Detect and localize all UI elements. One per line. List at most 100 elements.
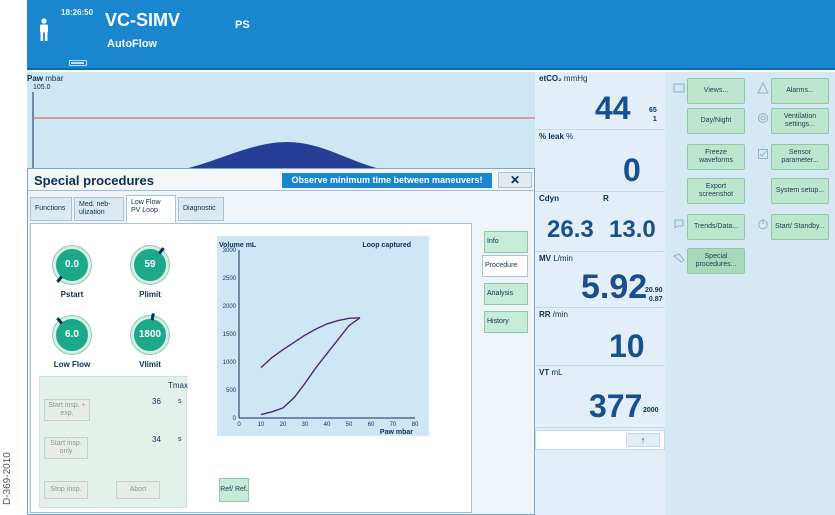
x-tick-label: 60 bbox=[368, 422, 375, 428]
etco2-limits: 65 1 bbox=[649, 106, 657, 124]
sidetab-history[interactable]: History bbox=[484, 311, 528, 333]
pv-loop-panel: 0.0 Pstart 59 Plimit 6.0 Low Flow 1800 V… bbox=[30, 223, 472, 513]
tab-functions[interactable]: Functions bbox=[30, 197, 72, 221]
scroll-up-button[interactable]: ↑ bbox=[626, 433, 660, 447]
vt-limit: 2000 bbox=[643, 407, 659, 414]
ventilation-settings-button[interactable]: Ventilation settings... bbox=[771, 108, 829, 134]
knob-indicator bbox=[56, 275, 64, 283]
leak-cell[interactable]: % leak % 0 bbox=[535, 130, 665, 192]
mv-hi: 20.90 bbox=[645, 287, 663, 294]
mv-lo: 0.87 bbox=[648, 296, 663, 303]
y-tick-label: 500 bbox=[226, 388, 237, 394]
paw-waveform: Paw mbar 105.0 bbox=[27, 72, 535, 172]
mode-option: AutoFlow bbox=[107, 38, 158, 50]
vt-unit: mL bbox=[551, 368, 563, 377]
tab-low-flow-pv-loop[interactable]: Low Flow PV Loop bbox=[126, 195, 176, 223]
patient-icon bbox=[40, 18, 48, 41]
stop-insp-button[interactable]: Stop insp. bbox=[44, 481, 88, 499]
rr-label: RR bbox=[539, 310, 551, 319]
etco2-hi: 65 bbox=[649, 107, 657, 114]
sensor-parameter-button[interactable]: Sensor parameter... bbox=[771, 144, 829, 170]
monitor-scroll-bar[interactable]: ↑ bbox=[535, 430, 665, 450]
y-tick-label: 1000 bbox=[223, 360, 237, 366]
clock: 18:26:50 bbox=[61, 8, 94, 17]
rr-cell[interactable]: RR /min 10 bbox=[535, 308, 665, 366]
y-tick-label: 1500 bbox=[223, 332, 237, 338]
etco2-value: 44 bbox=[595, 90, 631, 126]
alarm-bell-icon bbox=[757, 82, 769, 94]
tab-diagnostic[interactable]: Diagnostic bbox=[178, 197, 224, 221]
special-procedures-button[interactable]: Special procedures... bbox=[687, 248, 745, 274]
dialog-titlebar: Special procedures Observe minimum time … bbox=[28, 169, 534, 191]
y-axis-label: Volume mL bbox=[219, 242, 257, 249]
start-insp-exp-button[interactable]: Start insp. + exp. bbox=[44, 399, 90, 421]
pstart-knob[interactable]: 0.0 bbox=[53, 246, 91, 284]
power-icon bbox=[758, 219, 768, 230]
special-procedures-dialog: Special procedures Observe minimum time … bbox=[27, 168, 535, 515]
warning-banner: Observe minimum time between maneuvers! bbox=[282, 173, 492, 188]
abort-button[interactable]: Abort bbox=[116, 481, 160, 499]
mv-limits: 20.90 0.87 bbox=[645, 286, 663, 304]
x-tick-label: 30 bbox=[302, 422, 309, 428]
ventilation-mode[interactable]: VC-SIMV bbox=[105, 10, 180, 31]
freeze-waveforms-button[interactable]: Freeze waveforms bbox=[687, 144, 745, 170]
low-flow-label: Low Flow bbox=[53, 360, 91, 369]
etco2-unit: mmHg bbox=[563, 74, 588, 83]
mv-value: 5.92 bbox=[581, 268, 648, 306]
rr-unit: /min bbox=[552, 310, 568, 319]
plimit-knob[interactable]: 59 bbox=[131, 246, 169, 284]
trends-data-button[interactable]: Trends/Data... bbox=[687, 214, 745, 240]
x-tick-label: 10 bbox=[258, 422, 265, 428]
x-tick-label: 40 bbox=[324, 422, 331, 428]
trends-icon bbox=[674, 219, 684, 229]
cdyn-value: 26.3 bbox=[547, 216, 594, 243]
x-tick-label: 80 bbox=[412, 422, 419, 428]
etco2-cell[interactable]: etCO₂ mmHg 44 65 1 bbox=[535, 72, 665, 130]
x-axis-label: Paw mbar bbox=[380, 429, 413, 436]
mv-cell[interactable]: MV L/min 5.92 20.90 0.87 bbox=[535, 252, 665, 308]
dialog-title: Special procedures bbox=[34, 173, 154, 188]
battery-icon bbox=[69, 60, 87, 66]
pv-loop-plot: 3000250020001500100050000 10 20 30 40 50 60 70 8… bbox=[219, 242, 419, 436]
start-standby-button[interactable]: Start/ Standby... bbox=[771, 214, 829, 240]
ref-button[interactable]: Ref/ Ref. bbox=[219, 478, 249, 502]
chart-title: Loop captured bbox=[362, 242, 411, 249]
r-value: 13.0 bbox=[609, 216, 656, 243]
etco2-lo: 1 bbox=[652, 116, 657, 123]
mv-caption: MV L/min bbox=[539, 254, 573, 263]
tab-med-nebulization[interactable]: Med. neb- ulization bbox=[74, 197, 124, 221]
sidetab-info[interactable]: Info bbox=[484, 231, 528, 253]
tmax-value-1: 36 bbox=[152, 397, 161, 406]
special-procedures-icon bbox=[673, 253, 685, 263]
export-screenshot-button[interactable]: Export screenshot bbox=[687, 178, 745, 204]
leak-unit: % bbox=[566, 132, 574, 141]
knob-indicator bbox=[150, 313, 155, 321]
sidetab-procedure[interactable]: Procedure bbox=[482, 255, 528, 277]
pstart-label: Pstart bbox=[60, 290, 84, 299]
views-icon bbox=[673, 83, 685, 93]
document-code: D-369-2010 bbox=[2, 452, 13, 505]
x-tick-label: 20 bbox=[280, 422, 287, 428]
vt-cell[interactable]: VT mL 377 2000 bbox=[535, 366, 665, 428]
left-margin bbox=[0, 0, 27, 515]
low-flow-knob[interactable]: 6.0 bbox=[53, 316, 91, 354]
pressure-support-label[interactable]: PS bbox=[235, 19, 250, 31]
vt-value: 377 bbox=[589, 388, 643, 424]
views-button[interactable]: Views... bbox=[687, 78, 745, 104]
sidetab-analysis[interactable]: Analysis bbox=[484, 283, 528, 305]
start-insp-only-button[interactable]: Start insp. only bbox=[44, 437, 88, 459]
sensor-icon bbox=[758, 149, 768, 159]
close-button[interactable]: ✕ bbox=[498, 172, 532, 188]
system-setup-button[interactable]: System setup... bbox=[771, 178, 829, 204]
pv-loop-series-1 bbox=[260, 317, 361, 369]
ventilator-screen: D-369-2010 18:26:50 VC-SIMV AutoFlow PS … bbox=[0, 0, 835, 515]
alarms-button[interactable]: Alarms... bbox=[771, 78, 829, 104]
vlimit-knob[interactable]: 1800 bbox=[131, 313, 169, 354]
cdyn-r-cell[interactable]: Cdyn R 26.3 13.0 bbox=[535, 192, 665, 252]
x-tick-label: 0 bbox=[237, 422, 241, 428]
plimit-label: Plimit bbox=[139, 290, 161, 299]
rr-caption: RR /min bbox=[539, 310, 568, 319]
day-night-button[interactable]: Day/Night bbox=[687, 108, 745, 134]
r-label: R bbox=[603, 194, 609, 203]
maneuver-controls: Tmax Start insp. + exp. 36 s Start insp.… bbox=[39, 376, 188, 508]
